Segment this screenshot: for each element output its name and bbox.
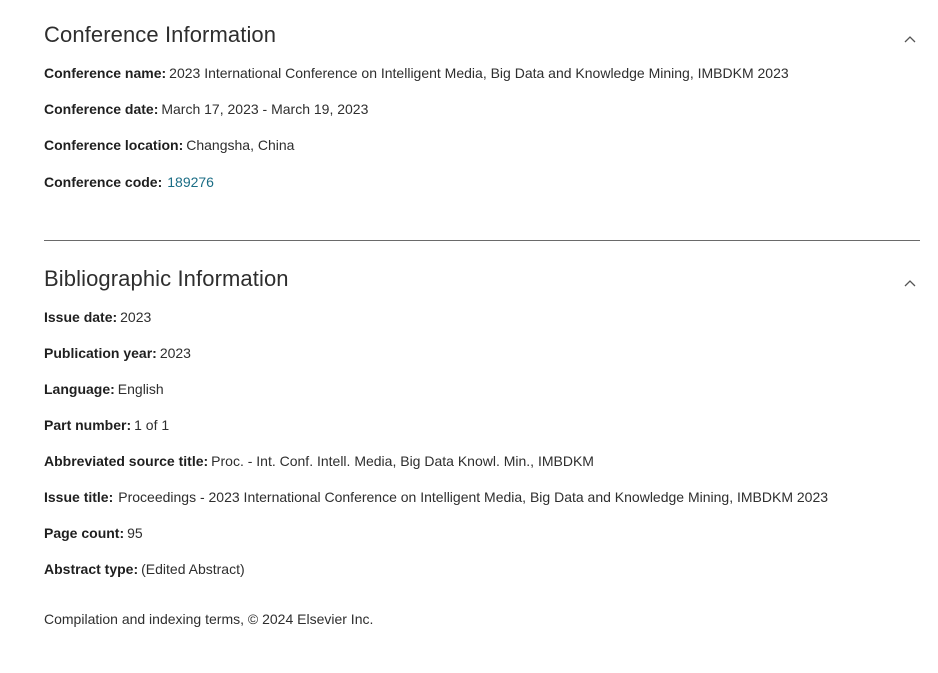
publication-year-field: Publication year: 2023 bbox=[44, 343, 191, 363]
issue-date-field: Issue date: 2023 bbox=[44, 307, 151, 327]
abstract-type-field: Abstract type: (Edited Abstract) bbox=[44, 559, 245, 579]
conference-collapse-button[interactable] bbox=[900, 20, 920, 50]
field-label: Language: bbox=[44, 381, 115, 397]
conference-code-field: Conference code: 189276 bbox=[44, 172, 214, 192]
conference-information-section: Conference Information bbox=[44, 20, 920, 50]
conference-date-field: Conference date: March 17, 2023 - March 1… bbox=[44, 99, 368, 119]
field-label: Conference code: bbox=[44, 174, 163, 190]
copyright-footer: Compilation and indexing terms, © 2024 E… bbox=[44, 611, 374, 627]
issue-title-field: Issue title: Proceedings - 2023 Internati… bbox=[44, 487, 828, 507]
conference-location-field: Conference location: Changsha, China bbox=[44, 135, 294, 155]
field-label: Abstract type: bbox=[44, 561, 139, 577]
field-value: Changsha, China bbox=[186, 137, 295, 153]
field-label: Conference location: bbox=[44, 137, 184, 153]
conference-code-link[interactable]: 189276 bbox=[167, 174, 214, 190]
field-value: English bbox=[117, 381, 164, 397]
abbreviated-source-title-field: Abbreviated source title: Proc. - Int. Co… bbox=[44, 451, 594, 471]
conference-name-field: Conference name: 2023 International Confe… bbox=[44, 63, 789, 83]
field-value: March 17, 2023 - March 19, 2023 bbox=[161, 101, 369, 117]
language-field: Language: English bbox=[44, 379, 164, 399]
bibliographic-information-header: Bibliographic Information bbox=[44, 264, 920, 294]
field-value: 95 bbox=[127, 525, 143, 541]
field-label: Conference date: bbox=[44, 101, 159, 117]
field-label: Issue title: bbox=[44, 489, 114, 505]
conference-information-title: Conference Information bbox=[44, 22, 277, 47]
chevron-up-icon bbox=[904, 280, 916, 287]
field-label: Conference name: bbox=[44, 65, 167, 81]
field-value: 2023 International Conference on Intelli… bbox=[169, 65, 789, 81]
field-value: 2023 bbox=[159, 345, 191, 361]
field-value: 1 of 1 bbox=[134, 417, 170, 433]
field-value: (Edited Abstract) bbox=[141, 561, 245, 577]
field-value: Proc. - Int. Conf. Intell. Media, Big Da… bbox=[211, 453, 594, 469]
bibliographic-information-title: Bibliographic Information bbox=[44, 266, 289, 291]
field-value: Proceedings - 2023 International Confere… bbox=[118, 489, 829, 505]
field-label: Abbreviated source title: bbox=[44, 453, 209, 469]
field-label: Publication year: bbox=[44, 345, 157, 361]
field-label: Part number: bbox=[44, 417, 132, 433]
section-divider bbox=[44, 240, 920, 241]
bibliographic-collapse-button[interactable] bbox=[900, 264, 920, 294]
field-value: 2023 bbox=[120, 309, 152, 325]
part-number-field: Part number: 1 of 1 bbox=[44, 415, 169, 435]
bibliographic-information-section: Bibliographic Information bbox=[44, 264, 920, 294]
page-count-field: Page count: 95 bbox=[44, 523, 143, 543]
field-label: Issue date: bbox=[44, 309, 118, 325]
chevron-up-icon bbox=[904, 36, 916, 43]
conference-information-header: Conference Information bbox=[44, 20, 920, 50]
field-label: Page count: bbox=[44, 525, 125, 541]
